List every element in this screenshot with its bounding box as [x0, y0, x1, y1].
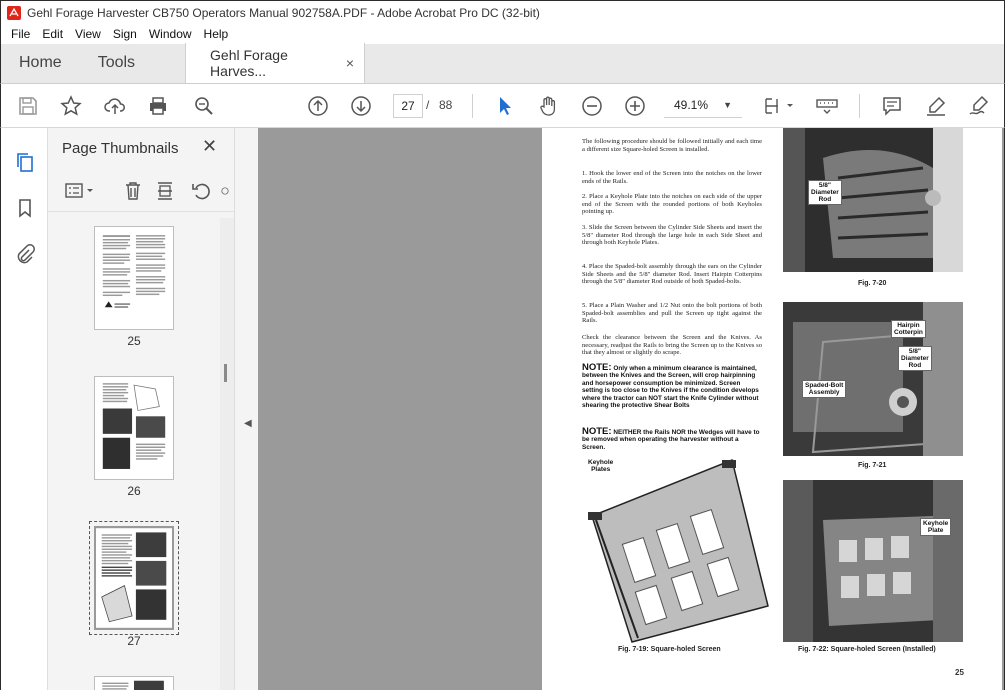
callout-keyhole-plates: Keyhole Plates — [586, 458, 616, 474]
chevron-left-icon: ◀ — [244, 418, 252, 429]
tab-bar: Home Tools Gehl Forage Harves... × — [0, 43, 1005, 84]
thumbnail-label-27: 27 — [127, 634, 141, 648]
sign-icon[interactable] — [966, 93, 992, 119]
thumbnail-toolbar — [48, 172, 234, 212]
step-4: 4. Place the Spaded-bolt assembly throug… — [582, 263, 762, 286]
caption-fig-7-21: Fig. 7-21 — [858, 462, 887, 469]
menu-view[interactable]: View — [69, 27, 107, 41]
zoom-level-dropdown[interactable]: 49.1% ▼ — [664, 94, 742, 118]
select-cursor-icon[interactable] — [492, 93, 518, 119]
scrollbar-thumb[interactable] — [224, 364, 227, 382]
note-1-text: Only when a minimum clearance is maintai… — [582, 365, 759, 410]
tab-document-label: Gehl Forage Harves... — [210, 47, 288, 79]
menu-edit[interactable]: Edit — [36, 27, 69, 41]
drawing-fig-7-19 — [582, 456, 772, 646]
zoom-in-icon[interactable] — [622, 93, 648, 119]
thumbnail-label-25: 25 — [127, 334, 141, 348]
tab-document[interactable]: Gehl Forage Harves... × — [185, 43, 366, 83]
title-bar: Gehl Forage Harvester CB750 Operators Ma… — [0, 0, 1005, 24]
toolbar-divider — [859, 94, 860, 118]
collapse-panel-handle[interactable]: ◀ — [234, 128, 258, 690]
comment-icon[interactable] — [879, 93, 905, 119]
thumbnail-page-27[interactable] — [89, 521, 179, 635]
note-1: NOTE: Only when a minimum clearance is m… — [582, 362, 762, 410]
next-page-icon[interactable] — [348, 93, 374, 119]
zoom-search-icon[interactable] — [191, 93, 217, 119]
step-3: 3. Slide the Screen between the Cylinder… — [582, 224, 762, 247]
caption-fig-7-19: Fig. 7-19: Square-holed Screen — [618, 646, 721, 653]
step-1: 1. Hook the lower end of the Screen into… — [582, 170, 762, 185]
callout-keyhole-plate: Keyhole Plate — [920, 518, 952, 536]
page-number-input[interactable]: 27 — [393, 94, 423, 118]
toolbar-divider — [472, 94, 473, 118]
note-1-label: NOTE: — [582, 362, 612, 373]
callout-hairpin-cotterpin: Hairpin Cotterpin — [891, 320, 926, 338]
pdf-page: The following procedure should be follow… — [542, 128, 1002, 690]
check-paragraph: Check the clearance between the Screen a… — [582, 334, 762, 357]
hand-tool-icon[interactable] — [535, 93, 561, 119]
page-thumbnails-panel: Page Thumbnails ✕ 25 26 27 — [48, 128, 234, 690]
highlight-pen-icon[interactable] — [923, 93, 949, 119]
thumbnail-page-25[interactable] — [94, 226, 174, 330]
page-thumbnails-icon[interactable] — [13, 150, 37, 174]
rotate-page-icon[interactable] — [190, 180, 212, 202]
menu-file[interactable]: File — [5, 27, 36, 41]
note-2-label: NOTE: — [582, 426, 612, 437]
thumbnail-page-28[interactable] — [94, 676, 174, 690]
thumbnail-scrollbar[interactable] — [220, 218, 234, 690]
page-number: 25 — [955, 668, 964, 677]
more-tools-icon[interactable] — [220, 180, 230, 202]
step-2: 2. Place a Keyhole Plate into the notche… — [582, 193, 762, 216]
thumbnail-28-preview — [102, 680, 164, 690]
attachment-paperclip-icon[interactable] — [13, 242, 37, 266]
callout-spaded-bolt-assembly: Spaded-Bolt Assembly — [802, 380, 847, 398]
callout-diameter-rod: 5/8" Diameter Rod — [808, 180, 842, 205]
callout-diameter-rod-2: 5/8" Diameter Rod — [898, 346, 932, 371]
zoom-out-icon[interactable] — [579, 93, 605, 119]
thumbnail-page-26[interactable] — [94, 376, 174, 480]
step-5: 5. Place a Plain Washer and 1/2 Nut onto… — [582, 302, 762, 325]
note-2: NOTE: NEITHER the Rails NOR the Wedges w… — [582, 426, 762, 451]
menu-window[interactable]: Window — [143, 27, 198, 41]
menu-help[interactable]: Help — [198, 27, 235, 41]
thumbnail-25-preview — [102, 235, 166, 308]
previous-page-icon[interactable] — [305, 93, 331, 119]
star-icon[interactable] — [58, 93, 84, 119]
print-icon[interactable] — [145, 93, 171, 119]
menu-bar: File Edit View Sign Window Help — [0, 24, 1005, 44]
delete-page-icon[interactable] — [122, 180, 144, 202]
chevron-down-icon: ▼ — [723, 100, 732, 110]
main-toolbar: 27 / 88 49.1% ▼ — [0, 84, 1005, 128]
photo-fig-7-22 — [783, 480, 963, 642]
thumbnail-label-26: 26 — [127, 484, 141, 498]
page-fit-icon[interactable] — [760, 93, 796, 119]
left-navigation-rail — [0, 128, 48, 690]
menu-sign[interactable]: Sign — [107, 27, 143, 41]
caption-fig-7-22: Fig. 7-22: Square-holed Screen (Installe… — [798, 646, 936, 653]
intro-paragraph: The following procedure should be follow… — [582, 138, 762, 153]
bookmark-icon[interactable] — [13, 196, 37, 220]
tab-tools[interactable]: Tools — [80, 43, 153, 83]
window-title: Gehl Forage Harvester CB750 Operators Ma… — [27, 5, 540, 20]
caption-fig-7-20: Fig. 7-20 — [858, 280, 887, 287]
thumbnail-26-preview — [102, 383, 166, 469]
page-separator: / — [426, 98, 430, 112]
acrobat-icon — [7, 5, 21, 20]
save-icon[interactable] — [15, 93, 41, 119]
close-tab-icon[interactable]: × — [346, 55, 354, 71]
panel-title: Page Thumbnails — [62, 140, 179, 157]
total-pages: 88 — [439, 98, 453, 112]
options-menu-icon[interactable] — [62, 180, 98, 202]
extract-page-icon[interactable] — [154, 180, 176, 202]
close-panel-icon[interactable]: ✕ — [202, 136, 217, 157]
photo-fig-7-21 — [783, 302, 963, 456]
tab-home[interactable]: Home — [1, 43, 80, 83]
thumbnail-27-preview — [96, 528, 172, 628]
zoom-level-value: 49.1% — [674, 98, 709, 112]
thumbnail-list: 25 26 27 — [48, 218, 220, 690]
keyboard-icon[interactable] — [813, 93, 841, 119]
document-viewport[interactable]: The following procedure should be follow… — [258, 128, 1005, 690]
upload-cloud-icon[interactable] — [102, 93, 128, 119]
